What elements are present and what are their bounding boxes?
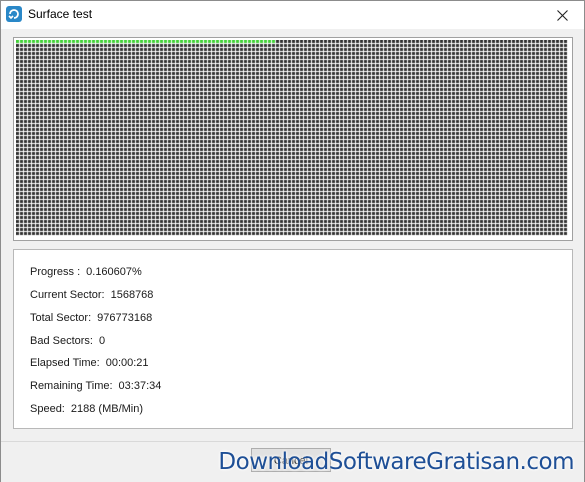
remaining-time-row: Remaining Time: 03:37:34 bbox=[30, 379, 161, 393]
elapsed-time-label: Elapsed Time: bbox=[30, 357, 100, 369]
speed-value: 2188 (MB/Min) bbox=[70, 403, 144, 415]
current-sector-row: Current Sector: 1568768 bbox=[30, 288, 153, 302]
remaining-time-label: Remaining Time: bbox=[30, 380, 113, 392]
remaining-time-value: 03:37:34 bbox=[118, 380, 162, 392]
current-sector-value: 1568768 bbox=[110, 289, 154, 301]
total-sector-row: Total Sector: 976773168 bbox=[30, 311, 152, 325]
watermark-text: DownloadSoftwareGratisan.com bbox=[218, 449, 574, 475]
bad-sectors-value: 0 bbox=[98, 335, 106, 347]
window-title: Surface test bbox=[28, 7, 93, 21]
close-icon bbox=[556, 9, 568, 21]
close-button[interactable] bbox=[540, 1, 584, 29]
surface-block-map bbox=[13, 37, 573, 241]
surface-test-window: Surface test Progress : 0.160607% Current… bbox=[0, 0, 585, 482]
progress-value: 0.160607% bbox=[86, 266, 142, 278]
progress-label: Progress : bbox=[30, 266, 81, 278]
bad-sectors-label: Bad Sectors: bbox=[30, 335, 93, 347]
title-bar[interactable]: Surface test bbox=[1, 1, 584, 29]
progress-row: Progress : 0.160607% bbox=[30, 265, 142, 279]
total-sector-value: 976773168 bbox=[97, 312, 153, 324]
current-sector-label: Current Sector: bbox=[30, 289, 105, 301]
total-sector-label: Total Sector: bbox=[30, 312, 92, 324]
elapsed-time-row: Elapsed Time: 00:00:21 bbox=[30, 356, 149, 370]
elapsed-time-value: 00:00:21 bbox=[105, 357, 149, 369]
block-grid bbox=[16, 40, 570, 238]
speed-row: Speed: 2188 (MB/Min) bbox=[30, 402, 143, 416]
test-stats-panel: Progress : 0.160607% Current Sector: 15687… bbox=[13, 249, 573, 429]
bad-sectors-row: Bad Sectors: 0 bbox=[30, 334, 105, 348]
speed-label: Speed: bbox=[30, 403, 65, 415]
partition-tool-icon bbox=[6, 6, 22, 22]
